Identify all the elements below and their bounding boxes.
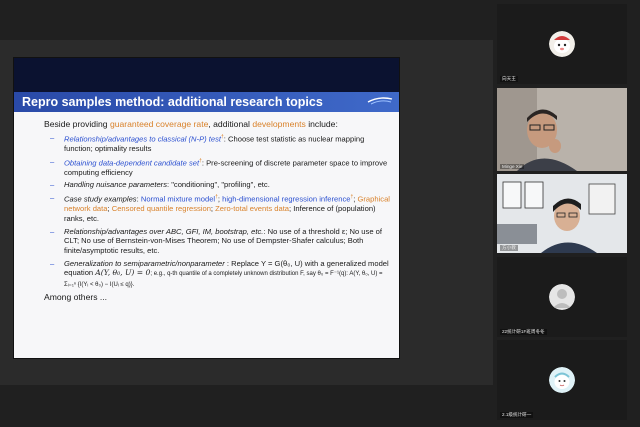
bullet-item: – Generalization to semiparametric/nonpa… <box>44 259 391 290</box>
footnote-mark: † <box>215 194 218 201</box>
bullet-dash: – <box>50 180 55 190</box>
participant-name: Minge Xie <box>500 164 525 169</box>
model-equation: A(Y, θ₀, U) = 0 <box>95 268 151 278</box>
participant-name: 向天王 <box>500 76 518 82</box>
bullet-dash: – <box>50 132 55 142</box>
footnote-mark: † <box>350 194 354 201</box>
bullet-lead: Relationship/advantages to classical (N-… <box>64 134 222 144</box>
participant-video[interactable]: 方小教 <box>497 174 627 253</box>
participant-video[interactable]: Minge Xie <box>497 88 627 171</box>
bullet-item: – Obtaining data-dependent candidate set… <box>44 157 391 178</box>
bullet-item: – Relationship/advantages over ABC, GFI,… <box>44 227 391 256</box>
case-item: high-dimensional regression inference <box>222 194 351 204</box>
intro-text: , additional <box>208 119 253 129</box>
slide-intro: Beside providing guaranteed coverage rat… <box>44 119 391 130</box>
person-video-icon <box>497 88 627 171</box>
participant-name: 方小教 <box>500 245 518 251</box>
default-avatar-icon <box>549 284 575 310</box>
bullet-item: – Relationship/advantages to classical (… <box>44 133 391 154</box>
bullet-lead: Relationship/advantages over ABC, GFI, I… <box>64 226 264 236</box>
slide-title: Repro samples method: additional researc… <box>14 92 399 112</box>
participant-name: 22统计研1F班周冬冬 <box>500 329 547 335</box>
swoosh-decoration-icon <box>367 97 393 105</box>
intro-text: Beside providing <box>44 119 110 129</box>
presentation-slide: Repro samples method: additional researc… <box>14 58 399 358</box>
participant-name: 2.1级统计研一 <box>500 412 534 418</box>
participant-tile[interactable]: 22统计研1F班周冬冬 <box>497 257 627 337</box>
bullet-item: – Case study examples: Normal mixture mo… <box>50 193 390 223</box>
slide-tail: Among others ... <box>44 292 108 303</box>
intro-text: include: <box>305 119 338 129</box>
intro-highlight: guaranteed coverage rate <box>109 119 209 129</box>
case-item: Zero-total events data <box>215 204 290 214</box>
slide-top-bar <box>14 58 399 92</box>
person-video-icon <box>497 174 627 253</box>
cartoon-avatar-icon <box>549 31 575 57</box>
bullet-item: – Handling nuisance parameters: "conditi… <box>44 180 391 190</box>
case-item: Censored quantile regression <box>111 204 211 214</box>
participant-tile[interactable]: 向天王 <box>497 4 627 84</box>
bullet-dash: – <box>50 156 55 166</box>
bullet-lead: Obtaining data-dependent candidate set <box>64 158 200 168</box>
bullet-dash: – <box>50 258 55 268</box>
slide-body: Beside providing guaranteed coverage rat… <box>14 119 399 303</box>
intro-highlight: developments <box>252 119 306 129</box>
bullet-text: : "conditioning", "profiling", etc. <box>167 180 270 190</box>
bullet-lead: Handling nuisance parameters <box>64 180 167 190</box>
bullet-dash: – <box>50 226 55 236</box>
bullet-lead: Generalization to semiparametric/nonpara… <box>64 258 225 268</box>
cartoon-avatar-icon <box>549 367 575 393</box>
bullet-dash: – <box>50 193 55 203</box>
case-item: Normal mixture model <box>140 194 216 204</box>
bullet-lead: Case study examples <box>64 194 137 204</box>
participant-tile[interactable]: 2.1级统计研一 <box>497 340 627 420</box>
